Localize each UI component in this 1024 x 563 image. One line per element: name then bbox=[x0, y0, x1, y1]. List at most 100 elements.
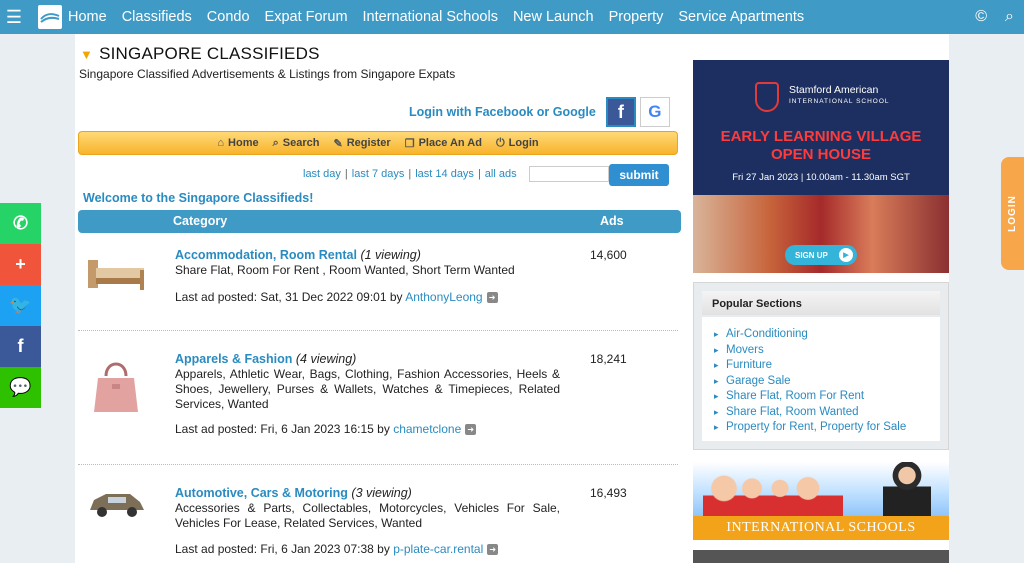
filter-last-7-days[interactable]: last 7 days bbox=[352, 168, 405, 180]
nav-international-schools[interactable]: International Schools bbox=[363, 9, 498, 25]
viewing-count: (3 viewing) bbox=[351, 486, 412, 500]
next-banner[interactable] bbox=[693, 550, 949, 563]
row-divider bbox=[78, 330, 678, 331]
popular-link[interactable]: Share Flat, Room Wanted bbox=[726, 406, 859, 418]
header-ads: Ads bbox=[600, 214, 624, 228]
nav-classifieds[interactable]: Classifieds bbox=[122, 9, 192, 25]
nav-home[interactable]: Home bbox=[68, 9, 107, 25]
nav-new-launch[interactable]: New Launch bbox=[513, 9, 594, 25]
children-illustration bbox=[703, 470, 843, 516]
ad-photo: SIGN UP ▶ bbox=[693, 195, 949, 273]
popular-link[interactable]: Air-Conditioning bbox=[726, 328, 808, 340]
popular-link[interactable]: Garage Sale bbox=[726, 375, 791, 387]
arrow-right-icon[interactable]: ➜ bbox=[465, 424, 477, 436]
popular-link[interactable]: Property for Rent, Property for Sale bbox=[726, 421, 906, 433]
category-description: Accessories & Parts, Collectables, Motor… bbox=[175, 501, 560, 530]
ad-signup-button[interactable]: SIGN UP ▶ bbox=[785, 245, 857, 265]
copyright-icon[interactable]: © bbox=[975, 8, 987, 26]
whatsapp-share-button[interactable]: ✆ bbox=[0, 203, 41, 244]
social-login: Login with Facebook or Google f G bbox=[409, 97, 670, 127]
toolbar-login[interactable]: ⏻ Login bbox=[496, 137, 539, 150]
category-description: Apparels, Athletic Wear, Bags, Clothing,… bbox=[175, 367, 560, 411]
category-table-header: Category Ads bbox=[78, 210, 681, 233]
handbag-image[interactable] bbox=[84, 354, 148, 418]
list-item: Movers bbox=[702, 343, 940, 359]
toolbar-search[interactable]: ⌕ Search bbox=[273, 137, 320, 150]
list-item: Furniture bbox=[702, 358, 940, 374]
facebook-login-button[interactable]: f bbox=[605, 97, 636, 127]
last-ad-posted: Last ad posted: Fri, 6 Jan 2023 07:38 by… bbox=[175, 542, 499, 556]
site-logo[interactable] bbox=[38, 5, 62, 29]
nav-expat-forum[interactable]: Expat Forum bbox=[265, 9, 348, 25]
bed-image[interactable] bbox=[84, 254, 148, 314]
arrow-right-icon[interactable]: ➜ bbox=[487, 544, 499, 556]
user-link[interactable]: p-plate-car.rental bbox=[393, 542, 483, 556]
facebook-icon: f bbox=[17, 336, 24, 356]
ad-headline: EARLY LEARNING VILLAGE OPEN HOUSE bbox=[720, 128, 922, 163]
whatsapp-icon: ✆ bbox=[12, 213, 29, 233]
ad-count: 14,600 bbox=[590, 248, 627, 262]
filter-last-14-days[interactable]: last 14 days bbox=[415, 168, 474, 180]
table-row: Accommodation, Room Rental (1 viewing) S… bbox=[78, 248, 681, 328]
last-ad-posted: Last ad posted: Sat, 31 Dec 2022 09:01 b… bbox=[175, 290, 498, 304]
car-image[interactable] bbox=[84, 490, 148, 520]
ad-count: 16,493 bbox=[590, 486, 627, 500]
viewing-count: (4 viewing) bbox=[295, 352, 357, 366]
twitter-share-button[interactable]: 🐦 bbox=[0, 285, 41, 326]
list-item: Property for Rent, Property for Sale bbox=[702, 420, 940, 436]
ad-date: Fri 27 Jan 2023 | 10.00am - 11.30am SGT bbox=[732, 172, 910, 183]
page-subtitle: Singapore Classified Advertisements & Li… bbox=[79, 67, 456, 81]
ad-count: 18,241 bbox=[590, 352, 627, 366]
row-divider bbox=[78, 464, 678, 465]
register-icon: ✎ bbox=[333, 137, 343, 150]
list-item: Garage Sale bbox=[702, 374, 940, 390]
play-icon: ▶ bbox=[839, 248, 853, 262]
filter-all-ads[interactable]: all ads bbox=[485, 168, 517, 180]
menu-icon[interactable]: ☰ bbox=[0, 0, 28, 34]
google-login-button[interactable]: G bbox=[639, 97, 670, 127]
toolbar-place-ad[interactable]: ❐ Place An Ad bbox=[405, 137, 482, 150]
viewing-count: (1 viewing) bbox=[360, 248, 421, 262]
toolbar-register[interactable]: ✎ Register bbox=[333, 137, 390, 150]
header-category: Category bbox=[173, 214, 228, 228]
popular-sections-title: Popular Sections bbox=[702, 291, 940, 315]
search-icon: ⌕ bbox=[272, 136, 279, 149]
submit-button[interactable]: submit bbox=[609, 164, 669, 186]
wechat-icon: 💬 bbox=[9, 377, 32, 397]
add-share-icon: + bbox=[15, 254, 26, 274]
search-icon[interactable]: ⌕ bbox=[1005, 8, 1014, 26]
popular-link[interactable]: Furniture bbox=[726, 359, 772, 371]
category-link[interactable]: Apparels & Fashion bbox=[175, 352, 292, 366]
filter-last-day[interactable]: last day bbox=[303, 168, 341, 180]
popular-link[interactable]: Share Flat, Room For Rent bbox=[726, 390, 864, 402]
user-link[interactable]: chametclone bbox=[393, 422, 461, 436]
list-item: Share Flat, Room Wanted bbox=[702, 405, 940, 421]
arrow-right-icon[interactable]: ➜ bbox=[486, 292, 498, 304]
popular-link[interactable]: Movers bbox=[726, 344, 764, 356]
nav-condo[interactable]: Condo bbox=[207, 9, 250, 25]
table-row: Automotive, Cars & Motoring (3 viewing) … bbox=[78, 486, 681, 563]
international-schools-label: INTERNATIONAL SCHOOLS bbox=[693, 516, 949, 540]
classifieds-toolbar: ⌂ Home ⌕ Search ✎ Register ❐ Place An Ad ⏻ Lo… bbox=[78, 131, 678, 155]
nav-service-apartments[interactable]: Service Apartments bbox=[678, 9, 804, 25]
nav-property[interactable]: Property bbox=[609, 9, 664, 25]
school-crest-icon bbox=[755, 82, 779, 112]
place-ad-icon: ❐ bbox=[404, 137, 415, 150]
facebook-share-button[interactable]: f bbox=[0, 326, 41, 367]
category-link[interactable]: Automotive, Cars & Motoring bbox=[175, 486, 348, 500]
twitter-icon: 🐦 bbox=[9, 295, 32, 315]
popular-sections-list: Air-Conditioning Movers Furniture Garage… bbox=[702, 317, 940, 441]
category-description: Share Flat, Room For Rent , Room Wanted,… bbox=[175, 263, 515, 277]
school-ad-banner[interactable]: Stamford American INTERNATIONAL SCHOOL E… bbox=[693, 60, 949, 273]
international-schools-banner[interactable]: INTERNATIONAL SCHOOLS bbox=[693, 462, 949, 540]
wechat-share-button[interactable]: 💬 bbox=[0, 367, 41, 408]
add-share-button[interactable]: + bbox=[0, 244, 41, 285]
user-link[interactable]: AnthonyLeong bbox=[405, 290, 482, 304]
teacher-illustration bbox=[883, 462, 931, 516]
category-link[interactable]: Accommodation, Room Rental bbox=[175, 248, 357, 262]
social-login-label: Login with Facebook or Google bbox=[409, 105, 596, 119]
filter-input[interactable] bbox=[528, 166, 609, 182]
list-item: Share Flat, Room For Rent bbox=[702, 389, 940, 405]
toolbar-home[interactable]: ⌂ Home bbox=[217, 137, 258, 149]
login-side-tab[interactable]: LOGIN bbox=[1001, 157, 1024, 270]
